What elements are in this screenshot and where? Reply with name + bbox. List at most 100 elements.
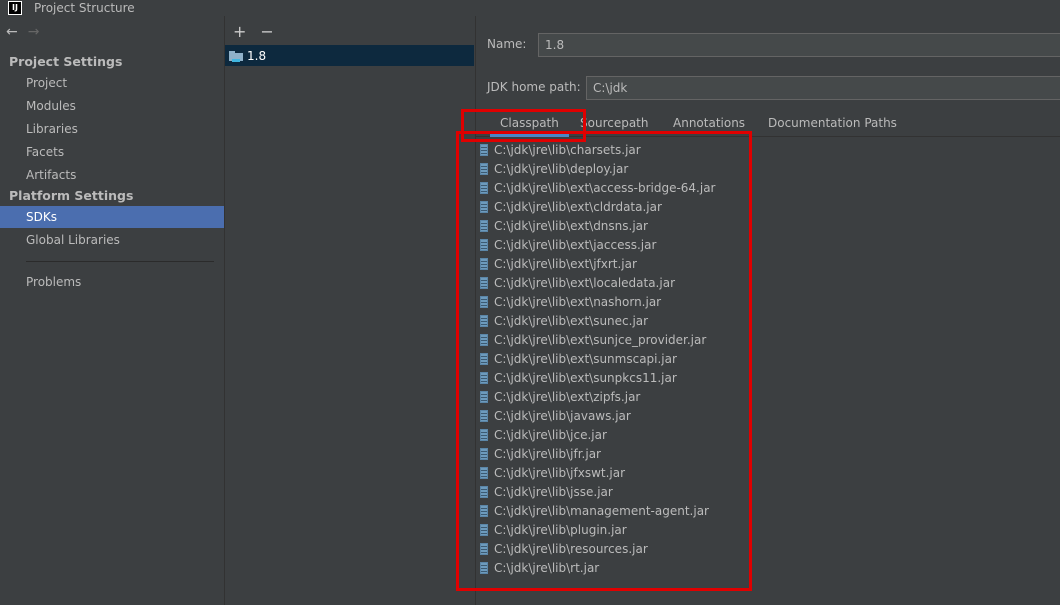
classpath-entry-label: C:\jdk\jre\lib\deploy.jar xyxy=(494,161,629,176)
jdk-home-label: JDK home path: xyxy=(487,80,581,94)
jar-file-icon xyxy=(480,238,488,251)
sidebar-item-project[interactable]: Project xyxy=(0,72,224,94)
classpath-row[interactable]: C:\jdk\jre\lib\jsse.jar xyxy=(480,482,613,501)
classpath-entry-label: C:\jdk\jre\lib\ext\jaccess.jar xyxy=(494,237,657,252)
classpath-entry-label: C:\jdk\jre\lib\charsets.jar xyxy=(494,142,641,157)
classpath-entry-label: C:\jdk\jre\lib\jsse.jar xyxy=(494,484,613,499)
jar-file-icon xyxy=(480,504,488,517)
sidebar-item-facets[interactable]: Facets xyxy=(0,141,224,163)
jar-file-icon xyxy=(480,162,488,175)
classpath-row[interactable]: C:\jdk\jre\lib\jfxswt.jar xyxy=(480,463,625,482)
jar-file-icon xyxy=(480,200,488,213)
sdk-detail-panel: Name: JDK home path: Classpath Sourcepat… xyxy=(475,16,1060,605)
classpath-row[interactable]: C:\jdk\jre\lib\jce.jar xyxy=(480,425,607,444)
jdk-folder-icon xyxy=(229,50,243,62)
title-bar: IJ Project Structure xyxy=(0,0,1060,16)
forward-arrow-icon[interactable]: → xyxy=(28,24,40,40)
jar-file-icon xyxy=(480,257,488,270)
path-tabs: Classpath Sourcepath Annotations Documen… xyxy=(476,112,1060,137)
classpath-row[interactable]: C:\jdk\jre\lib\ext\jfxrt.jar xyxy=(480,254,637,273)
classpath-entry-label: C:\jdk\jre\lib\jfr.jar xyxy=(494,446,601,461)
sidebar-item-sdks[interactable]: SDKs xyxy=(0,206,224,228)
intellij-logo-icon: IJ xyxy=(8,1,22,15)
sdk-list-panel: + − 1.8 xyxy=(224,16,474,605)
classpath-entry-label: C:\jdk\jre\lib\ext\sunjce_provider.jar xyxy=(494,332,707,347)
classpath-entry-label: C:\jdk\jre\lib\rt.jar xyxy=(494,560,600,575)
classpath-row[interactable]: C:\jdk\jre\lib\javaws.jar xyxy=(480,406,631,425)
classpath-row[interactable]: C:\jdk\jre\lib\management-agent.jar xyxy=(480,501,709,520)
jar-file-icon xyxy=(480,371,488,384)
classpath-row[interactable]: C:\jdk\jre\lib\ext\access-bridge-64.jar xyxy=(480,178,716,197)
classpath-row[interactable]: C:\jdk\jre\lib\ext\dnsns.jar xyxy=(480,216,648,235)
classpath-entry-label: C:\jdk\jre\lib\ext\cldrdata.jar xyxy=(494,199,662,214)
classpath-row[interactable]: C:\jdk\jre\lib\deploy.jar xyxy=(480,159,628,178)
jar-file-icon xyxy=(480,181,488,194)
sdk-name-label: 1.8 xyxy=(247,48,267,63)
classpath-entry-label: C:\jdk\jre\lib\javaws.jar xyxy=(494,408,631,423)
jar-file-icon xyxy=(480,352,488,365)
classpath-row[interactable]: C:\jdk\jre\lib\ext\sunmscapi.jar xyxy=(480,349,677,368)
tab-sourcepath[interactable]: Sourcepath xyxy=(580,116,649,130)
classpath-entry-label: C:\jdk\jre\lib\ext\localedata.jar xyxy=(494,275,675,290)
classpath-row[interactable]: C:\jdk\jre\lib\ext\cldrdata.jar xyxy=(480,197,662,216)
jar-file-icon xyxy=(480,447,488,460)
tab-annotations[interactable]: Annotations xyxy=(673,116,745,130)
classpath-row[interactable]: C:\jdk\jre\lib\rt.jar xyxy=(480,558,599,577)
classpath-entry-label: C:\jdk\jre\lib\ext\access-bridge-64.jar xyxy=(494,180,716,195)
sidebar-item-libraries[interactable]: Libraries xyxy=(0,118,224,140)
classpath-row[interactable]: C:\jdk\jre\lib\resources.jar xyxy=(480,539,648,558)
jdk-home-path-input[interactable] xyxy=(586,76,1060,100)
jar-file-icon xyxy=(480,390,488,403)
classpath-entry-label: C:\jdk\jre\lib\plugin.jar xyxy=(494,522,627,537)
classpath-row[interactable]: C:\jdk\jre\lib\charsets.jar xyxy=(480,140,641,159)
classpath-entry-label: C:\jdk\jre\lib\ext\dnsns.jar xyxy=(494,218,648,233)
tab-documentation-paths[interactable]: Documentation Paths xyxy=(768,116,897,130)
sidebar-item-global-libraries[interactable]: Global Libraries xyxy=(0,229,224,251)
classpath-row[interactable]: C:\jdk\jre\lib\ext\sunec.jar xyxy=(480,311,648,330)
jar-file-icon xyxy=(480,485,488,498)
sidebar-item-artifacts[interactable]: Artifacts xyxy=(0,164,224,186)
classpath-entry-label: C:\jdk\jre\lib\management-agent.jar xyxy=(494,503,709,518)
back-arrow-icon[interactable]: ← xyxy=(6,24,18,40)
classpath-row[interactable]: C:\jdk\jre\lib\ext\zipfs.jar xyxy=(480,387,640,406)
classpath-entry-label: C:\jdk\jre\lib\ext\sunec.jar xyxy=(494,313,649,328)
history-nav: ← → xyxy=(6,24,39,40)
sdk-list-item[interactable]: 1.8 xyxy=(225,45,474,66)
classpath-row[interactable]: C:\jdk\jre\lib\ext\sunpkcs11.jar xyxy=(480,368,677,387)
platform-settings-header: Platform Settings xyxy=(9,188,134,203)
classpath-row[interactable]: C:\jdk\jre\lib\ext\jaccess.jar xyxy=(480,235,656,254)
classpath-entry-label: C:\jdk\jre\lib\ext\zipfs.jar xyxy=(494,389,641,404)
jar-file-icon xyxy=(480,409,488,422)
classpath-row[interactable]: C:\jdk\jre\lib\jfr.jar xyxy=(480,444,601,463)
sidebar-item-problems[interactable]: Problems xyxy=(0,271,224,293)
classpath-entry-label: C:\jdk\jre\lib\jce.jar xyxy=(494,427,607,442)
classpath-entry-label: C:\jdk\jre\lib\ext\jfxrt.jar xyxy=(494,256,637,271)
classpath-row[interactable]: C:\jdk\jre\lib\plugin.jar xyxy=(480,520,627,539)
add-sdk-icon[interactable]: + xyxy=(233,22,246,41)
classpath-entry-label: C:\jdk\jre\lib\resources.jar xyxy=(494,541,648,556)
sdk-name-input[interactable] xyxy=(538,33,1060,57)
classpath-row[interactable]: C:\jdk\jre\lib\ext\localedata.jar xyxy=(480,273,675,292)
window-title: Project Structure xyxy=(34,1,135,15)
jar-file-icon xyxy=(480,561,488,574)
jar-file-icon xyxy=(480,143,488,156)
jar-file-icon xyxy=(480,428,488,441)
jar-file-icon xyxy=(480,314,488,327)
sidebar-item-modules[interactable]: Modules xyxy=(0,95,224,117)
classpath-entry-label: C:\jdk\jre\lib\ext\sunmscapi.jar xyxy=(494,351,677,366)
jar-file-icon xyxy=(480,276,488,289)
jar-file-icon xyxy=(480,219,488,232)
jar-file-icon xyxy=(480,295,488,308)
sdk-toolbar: + − xyxy=(233,22,274,41)
classpath-row[interactable]: C:\jdk\jre\lib\ext\sunjce_provider.jar xyxy=(480,330,706,349)
classpath-row[interactable]: C:\jdk\jre\lib\ext\nashorn.jar xyxy=(480,292,661,311)
classpath-entry-label: C:\jdk\jre\lib\ext\sunpkcs11.jar xyxy=(494,370,677,385)
jar-file-icon xyxy=(480,542,488,555)
jar-file-icon xyxy=(480,466,488,479)
jar-file-icon xyxy=(480,523,488,536)
sidebar-divider xyxy=(26,261,214,262)
remove-sdk-icon[interactable]: − xyxy=(260,22,273,41)
settings-sidebar: ← → Project Settings Project Modules Lib… xyxy=(0,16,224,605)
tab-classpath[interactable]: Classpath xyxy=(490,116,569,137)
classpath-entry-label: C:\jdk\jre\lib\ext\nashorn.jar xyxy=(494,294,662,309)
